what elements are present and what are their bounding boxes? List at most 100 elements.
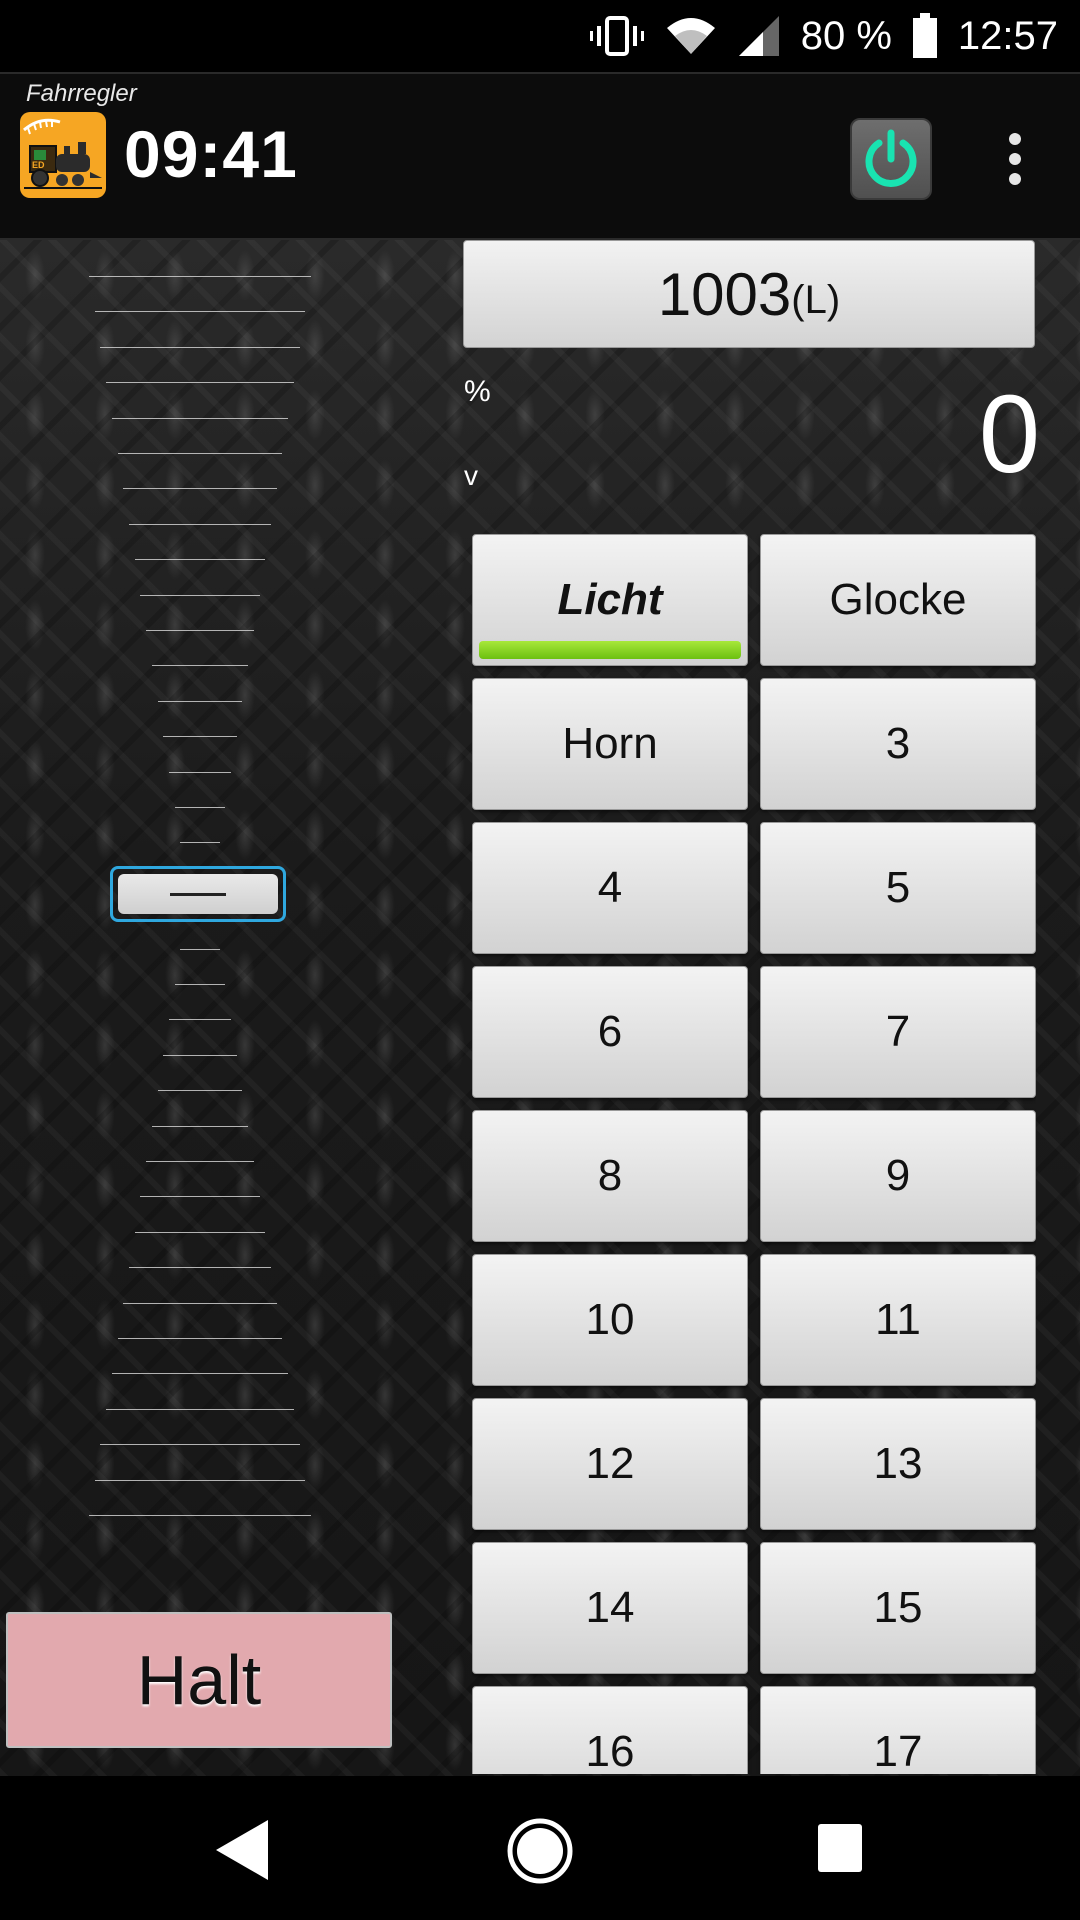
function-button[interactable]: 4: [472, 822, 748, 954]
function-label: Glocke: [829, 575, 967, 624]
function-button[interactable]: 17: [760, 1686, 1036, 1774]
function-label: 12: [585, 1439, 635, 1488]
speed-slider-knob[interactable]: [110, 866, 286, 922]
function-label: 7: [885, 1007, 911, 1056]
speed-percent-label: %: [464, 375, 491, 408]
app-bar: Fahrregler ED 09:41: [0, 72, 1080, 240]
speed-scale-tick: [106, 382, 294, 384]
speed-scale-tick: [169, 771, 231, 773]
home-icon[interactable]: [505, 1816, 575, 1891]
function-button[interactable]: 5: [760, 822, 1036, 954]
function-button[interactable]: 7: [760, 966, 1036, 1098]
speed-scale-tick: [151, 665, 249, 667]
function-label: 10: [585, 1295, 635, 1344]
cell-signal-icon: [737, 14, 781, 58]
halt-button[interactable]: Halt: [6, 1612, 392, 1748]
app-clock: 09:41: [124, 117, 298, 191]
function-button[interactable]: 10: [472, 1254, 748, 1386]
status-time: 12:57: [957, 13, 1058, 58]
function-button[interactable]: Licht: [472, 534, 748, 666]
speed-scale-tick: [140, 1196, 260, 1198]
vibrate-icon: [589, 14, 645, 58]
speed-scale-tick: [111, 417, 289, 419]
function-label: 14: [585, 1583, 635, 1632]
function-button[interactable]: 9: [760, 1110, 1036, 1242]
speed-scale-tick: [163, 1054, 237, 1056]
function-label: 13: [873, 1439, 923, 1488]
battery-icon: [912, 13, 938, 59]
function-label: 16: [585, 1727, 635, 1774]
speed-scale-tick: [129, 523, 271, 525]
function-button[interactable]: 3: [760, 678, 1036, 810]
function-label: 17: [873, 1727, 923, 1774]
speed-scale-tick: [117, 1338, 283, 1339]
loco-address-type: (L): [791, 277, 841, 322]
overflow-menu-button[interactable]: [990, 124, 1040, 194]
function-button[interactable]: 8: [472, 1110, 748, 1242]
recents-icon[interactable]: [816, 1822, 864, 1879]
speed-scale-tick: [174, 807, 226, 808]
function-label: 5: [885, 863, 911, 912]
speed-scale-tick: [100, 1444, 300, 1446]
function-label: 6: [597, 1007, 623, 1056]
speed-scale-tick: [111, 1373, 289, 1375]
battery-percent: 80 %: [800, 13, 892, 58]
speed-scale-tick: [106, 1408, 294, 1410]
status-bar: 80 % 12:57: [0, 0, 1080, 72]
function-button[interactable]: Glocke: [760, 534, 1036, 666]
power-button[interactable]: [850, 118, 932, 200]
function-label: 4: [597, 863, 623, 912]
speed-scale-tick: [134, 559, 266, 561]
function-label: 3: [885, 719, 911, 768]
function-button[interactable]: 15: [760, 1542, 1036, 1674]
speed-scale-tick: [123, 488, 277, 490]
speed-scale-tick: [180, 842, 220, 844]
speed-scale-tick: [123, 1302, 277, 1304]
overflow-menu-icon: [1009, 133, 1021, 145]
app-subtitle: Fahrregler: [26, 80, 137, 107]
function-label: Licht: [557, 575, 663, 624]
wifi-icon: [665, 14, 717, 58]
speed-scale-tick: [89, 1515, 311, 1516]
speed-scale-tick: [180, 948, 220, 950]
speed-scale-tick: [94, 1479, 306, 1481]
function-button[interactable]: 11: [760, 1254, 1036, 1386]
speed-scale-tick: [117, 453, 283, 454]
function-label: 15: [873, 1583, 923, 1632]
function-button[interactable]: 13: [760, 1398, 1036, 1530]
function-button[interactable]: Horn: [472, 678, 748, 810]
power-icon: [865, 129, 917, 187]
speed-scale-tick: [140, 594, 260, 596]
speed-unit-label: v: [464, 460, 478, 491]
speed-scale-tick: [169, 1019, 231, 1021]
speed-scale-tick: [151, 1125, 249, 1127]
function-active-indicator: [479, 641, 741, 659]
function-button[interactable]: 12: [472, 1398, 748, 1530]
function-button[interactable]: 6: [472, 966, 748, 1098]
svg-text:ED: ED: [32, 160, 45, 170]
function-grid: Licht Glocke Horn 3 4 5 6 7 8 9 10 11 12 13 14 15 16 17: [472, 534, 1036, 1774]
speed-scale-tick: [89, 276, 311, 277]
function-button[interactable]: 16: [472, 1686, 748, 1774]
function-label: 8: [597, 1151, 623, 1200]
function-label: 11: [875, 1295, 921, 1344]
loco-address: 1003: [657, 260, 792, 328]
speed-scale-tick: [157, 700, 243, 702]
speed-scale-tick: [129, 1267, 271, 1269]
locomotive-logo-icon: ED: [20, 112, 106, 198]
function-button[interactable]: 14: [472, 1542, 748, 1674]
throttle-screen: Halt 1003 (L) % v 0 Licht Glocke Horn 3 4 5 6 7…: [0, 240, 1080, 1776]
speed-scale-tick: [134, 1231, 266, 1233]
navigation-bar: [0, 1776, 1080, 1920]
function-label: Horn: [562, 719, 658, 768]
speed-scale-tick: [94, 311, 306, 313]
function-label: 9: [885, 1151, 911, 1200]
speed-scale-tick: [174, 984, 226, 985]
loco-address-button[interactable]: 1003 (L): [463, 240, 1035, 348]
speed-scale-tick: [100, 346, 300, 348]
back-icon[interactable]: [212, 1818, 272, 1887]
speed-scale-tick: [146, 630, 254, 631]
speed-scale-tick: [163, 736, 237, 738]
speed-scale-tick: [146, 1161, 254, 1162]
speed-value: 0: [978, 373, 1040, 496]
